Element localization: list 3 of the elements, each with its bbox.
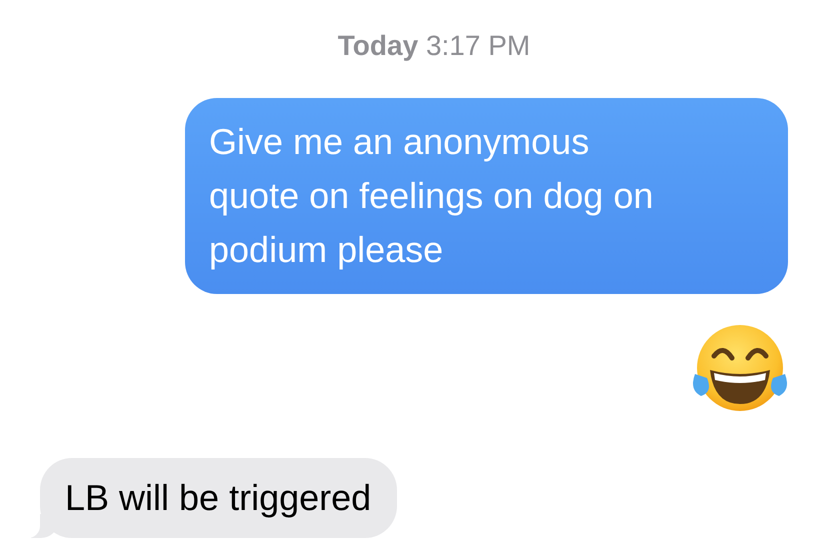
message-timestamp: Today 3:17 PM: [338, 30, 530, 62]
sent-message-bubble: Give me an anonymous quote on feelings on dog on podium please: [185, 98, 788, 294]
laughing-emoji-icon: [692, 324, 788, 412]
